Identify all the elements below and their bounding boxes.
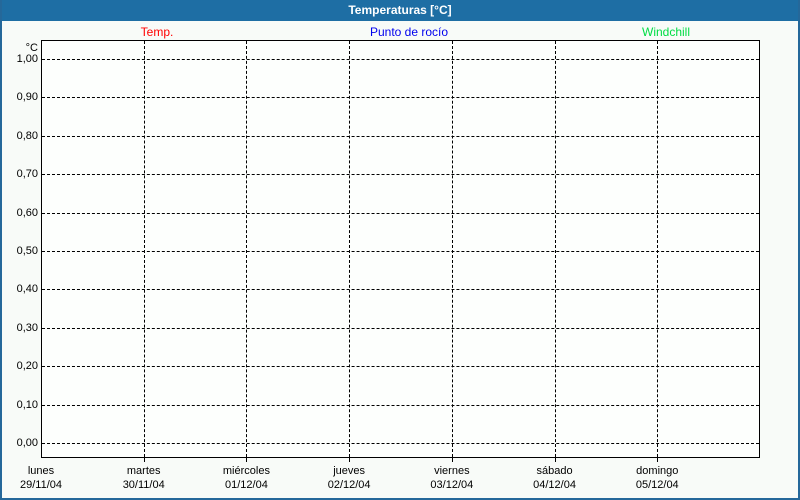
x-tick-day: jueves bbox=[294, 464, 404, 478]
y-grid-line bbox=[42, 97, 759, 98]
x-tick-date: 29/11/04 bbox=[0, 478, 96, 492]
x-tick-label: sábado04/12/04 bbox=[500, 464, 610, 492]
y-tick-label: 0,10 bbox=[2, 399, 38, 411]
y-grid-line bbox=[42, 251, 759, 252]
x-tick-label: viernes03/12/04 bbox=[397, 464, 507, 492]
legend-item-dew-point: Punto de rocío bbox=[370, 25, 448, 39]
legend-item-windchill: Windchill bbox=[642, 25, 690, 39]
y-tick-label: 0,50 bbox=[2, 245, 38, 257]
y-grid-line bbox=[42, 366, 759, 367]
x-tick-label: lunes29/11/04 bbox=[0, 464, 96, 492]
y-tick-label: 0,60 bbox=[2, 207, 38, 219]
x-tick-date: 30/11/04 bbox=[89, 478, 199, 492]
x-grid-line bbox=[349, 41, 350, 457]
x-axis-tick bbox=[349, 458, 350, 462]
x-tick-label: jueves02/12/04 bbox=[294, 464, 404, 492]
x-tick-label: martes30/11/04 bbox=[89, 464, 199, 492]
y-tick-label: 0,80 bbox=[2, 130, 38, 142]
y-grid-line bbox=[42, 328, 759, 329]
y-tick-label: 0,90 bbox=[2, 91, 38, 103]
y-tick-label: 1,00 bbox=[2, 53, 38, 65]
x-grid-line bbox=[657, 41, 658, 457]
x-grid-line bbox=[555, 41, 556, 457]
x-tick-day: sábado bbox=[500, 464, 610, 478]
weather-chart-page: Temperaturas [°C] Temp. Punto de rocío W… bbox=[0, 0, 800, 500]
x-tick-date: 03/12/04 bbox=[397, 478, 507, 492]
x-axis-tick bbox=[246, 458, 247, 462]
y-grid-line bbox=[42, 174, 759, 175]
x-tick-day: viernes bbox=[397, 464, 507, 478]
y-grid-line bbox=[42, 213, 759, 214]
y-grid-line bbox=[42, 443, 759, 444]
y-tick-label: 0,00 bbox=[2, 437, 38, 449]
x-tick-day: domingo bbox=[602, 464, 712, 478]
y-grid-line bbox=[42, 289, 759, 290]
x-axis-tick bbox=[144, 458, 145, 462]
y-tick-label: 0,30 bbox=[2, 322, 38, 334]
y-grid-line bbox=[42, 405, 759, 406]
y-grid-line bbox=[42, 136, 759, 137]
x-tick-date: 04/12/04 bbox=[500, 478, 610, 492]
legend-item-temp: Temp. bbox=[141, 25, 174, 39]
plot-area bbox=[41, 40, 760, 458]
x-grid-line bbox=[144, 41, 145, 457]
x-axis-tick bbox=[657, 458, 658, 462]
x-tick-day: miércoles bbox=[191, 464, 301, 478]
x-tick-date: 02/12/04 bbox=[294, 478, 404, 492]
chart-title: Temperaturas [°C] bbox=[348, 3, 451, 17]
x-axis-tick bbox=[555, 458, 556, 462]
x-tick-day: lunes bbox=[0, 464, 96, 478]
x-grid-line bbox=[246, 41, 247, 457]
x-tick-label: miércoles01/12/04 bbox=[191, 464, 301, 492]
y-grid-line bbox=[42, 59, 759, 60]
x-axis-tick bbox=[452, 458, 453, 462]
y-tick-label: 0,70 bbox=[2, 168, 38, 180]
x-tick-date: 01/12/04 bbox=[191, 478, 301, 492]
y-tick-label: 0,20 bbox=[2, 360, 38, 372]
x-tick-date: 05/12/04 bbox=[602, 478, 712, 492]
y-tick-label: 0,40 bbox=[2, 283, 38, 295]
x-grid-line bbox=[452, 41, 453, 457]
x-tick-day: martes bbox=[89, 464, 199, 478]
chart-title-bar: Temperaturas [°C] bbox=[0, 0, 800, 21]
x-tick-label: domingo05/12/04 bbox=[602, 464, 712, 492]
